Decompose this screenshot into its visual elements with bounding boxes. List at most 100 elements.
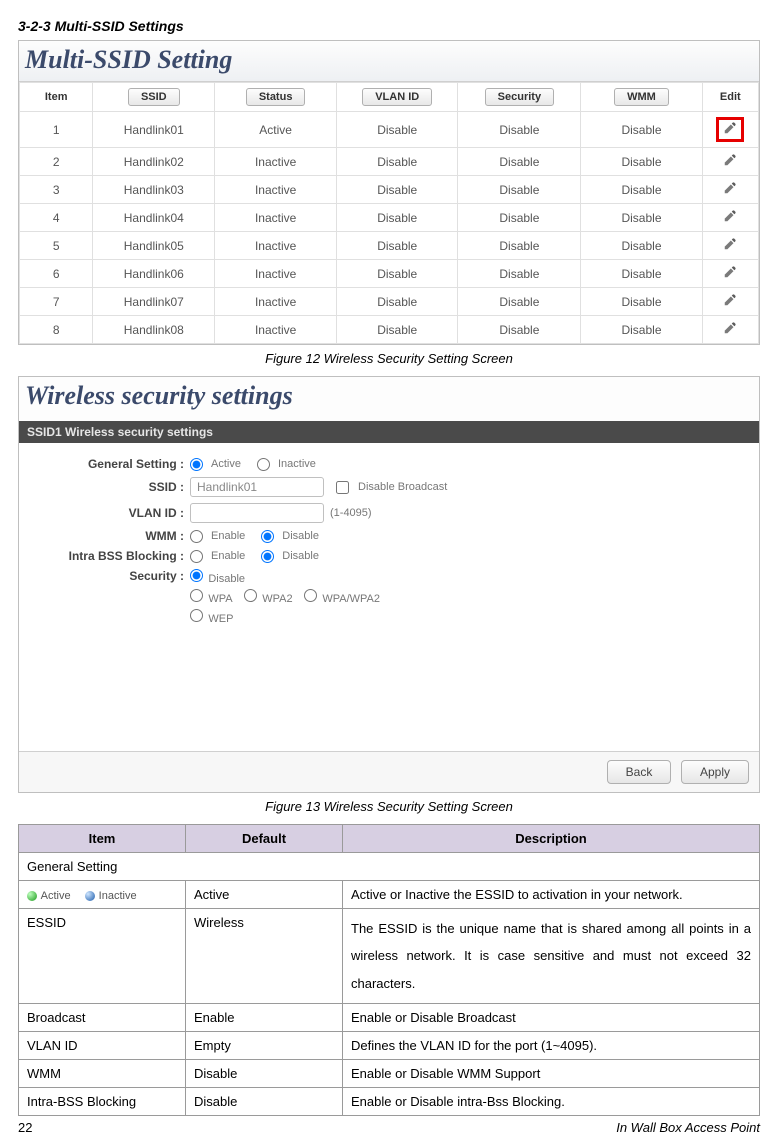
cell-wmm: Disable — [581, 204, 702, 232]
edit-icon[interactable] — [723, 240, 737, 254]
cell-status: Inactive — [215, 148, 337, 176]
cell-security: Disable — [458, 176, 581, 204]
footer-label: In Wall Box Access Point — [616, 1120, 760, 1135]
cell-item: Broadcast — [19, 1003, 186, 1031]
cell-wmm: Disable — [581, 316, 702, 344]
edit-icon[interactable] — [723, 156, 737, 170]
cell-status: Inactive — [215, 288, 337, 316]
cell-status: Inactive — [215, 204, 337, 232]
th-ssid[interactable]: SSID — [128, 88, 180, 106]
cell-wmm: Disable — [581, 176, 702, 204]
cell-desc: Defines the VLAN ID for the port (1~4095… — [343, 1031, 760, 1059]
radio-intra-disable[interactable] — [261, 550, 274, 563]
table-row: 6Handlink06InactiveDisableDisableDisable — [20, 260, 759, 288]
radio-intra-enable[interactable] — [190, 550, 203, 563]
cell-desc: Enable or Disable Broadcast — [343, 1003, 760, 1031]
th-security[interactable]: Security — [485, 88, 554, 106]
cell-item: Intra-BSS Blocking — [19, 1087, 186, 1115]
radio-sec-wep-label: WEP — [208, 613, 233, 625]
active-dot-icon — [27, 891, 37, 901]
cell-item: 1 — [20, 112, 93, 148]
cell-status: Active — [215, 112, 337, 148]
edit-icon[interactable] — [723, 324, 737, 338]
cell-security: Disable — [458, 260, 581, 288]
cell-status: Inactive — [215, 316, 337, 344]
cell-default: Active — [186, 881, 343, 909]
back-button[interactable]: Back — [607, 760, 672, 784]
radio-wmm-disable[interactable] — [261, 530, 274, 543]
edit-icon[interactable] — [723, 184, 737, 198]
checkbox-disable-broadcast-label: Disable Broadcast — [358, 481, 447, 493]
radio-intra-enable-label: Enable — [211, 550, 245, 562]
radio-sec-wep[interactable] — [190, 609, 203, 622]
vlan-hint: (1-4095) — [330, 507, 372, 519]
radio-general-active[interactable] — [190, 458, 203, 471]
cell-item: 2 — [20, 148, 93, 176]
label-general: General Setting : — [29, 457, 190, 471]
cell-ssid: Handlink05 — [93, 232, 215, 260]
cell-status: Inactive — [215, 232, 337, 260]
cell-desc: Enable or Disable WMM Support — [343, 1059, 760, 1087]
radio-wmm-enable[interactable] — [190, 530, 203, 543]
table-row: 3Handlink03InactiveDisableDisableDisable — [20, 176, 759, 204]
radio-sec-wpa2[interactable] — [244, 589, 257, 602]
th-edit: Edit — [720, 91, 741, 103]
cell-vlan: Disable — [337, 148, 458, 176]
radio-general-inactive[interactable] — [257, 458, 270, 471]
cell-ssid: Handlink07 — [93, 288, 215, 316]
radio-sec-disable-label: Disable — [208, 573, 245, 585]
radio-sec-disable[interactable] — [190, 569, 203, 582]
radio-wmm-enable-label: Enable — [211, 530, 245, 542]
edit-icon[interactable] — [716, 117, 744, 142]
cell-status: Inactive — [215, 176, 337, 204]
th-vlan[interactable]: VLAN ID — [362, 88, 432, 106]
table-row: 7Handlink07InactiveDisableDisableDisable — [20, 288, 759, 316]
label-ssid: SSID : — [29, 480, 190, 494]
cell-ssid: Handlink02 — [93, 148, 215, 176]
cell-wmm: Disable — [581, 288, 702, 316]
cell-item: 4 — [20, 204, 93, 232]
table-row: 1Handlink01ActiveDisableDisableDisable — [20, 112, 759, 148]
figure12-caption: Figure 12 Wireless Security Setting Scre… — [18, 351, 760, 366]
label-wmm: WMM : — [29, 529, 190, 543]
radio-sec-wpa[interactable] — [190, 589, 203, 602]
radio-intra-disable-label: Disable — [282, 550, 319, 562]
radio-sec-wpawpa2[interactable] — [304, 589, 317, 602]
table-row: ESSIDWirelessThe ESSID is the unique nam… — [19, 909, 760, 1004]
input-vlan[interactable] — [190, 503, 324, 523]
input-ssid[interactable] — [190, 477, 324, 497]
cell-ssid: Handlink03 — [93, 176, 215, 204]
general-setting-row: General Setting — [19, 853, 760, 881]
section-heading: 3-2-3 Multi-SSID Settings — [18, 18, 760, 34]
cell-default: Empty — [186, 1031, 343, 1059]
edit-icon[interactable] — [723, 296, 737, 310]
cell-wmm: Disable — [581, 148, 702, 176]
cell-vlan: Disable — [337, 316, 458, 344]
inactive-dot-icon — [85, 891, 95, 901]
cell-vlan: Disable — [337, 232, 458, 260]
multi-ssid-panel: Multi-SSID Setting Item SSID Status VLAN… — [18, 40, 760, 345]
radio-sec-wpa-label: WPA — [208, 593, 232, 605]
table-row: BroadcastEnableEnable or Disable Broadca… — [19, 1003, 760, 1031]
cell-ssid: Handlink04 — [93, 204, 215, 232]
cell-item: 5 — [20, 232, 93, 260]
checkbox-disable-broadcast[interactable] — [336, 481, 349, 494]
table-row: Active InactiveActiveActive or Inactive … — [19, 881, 760, 909]
cell-item: Active Inactive — [19, 881, 186, 909]
cell-security: Disable — [458, 288, 581, 316]
cell-security: Disable — [458, 148, 581, 176]
edit-icon[interactable] — [723, 212, 737, 226]
edit-icon[interactable] — [723, 268, 737, 282]
cell-default: Disable — [186, 1087, 343, 1115]
desc-th-item: Item — [19, 825, 186, 853]
cell-vlan: Disable — [337, 112, 458, 148]
table-row: 8Handlink08InactiveDisableDisableDisable — [20, 316, 759, 344]
cell-ssid: Handlink01 — [93, 112, 215, 148]
cell-vlan: Disable — [337, 288, 458, 316]
th-wmm[interactable]: WMM — [614, 88, 669, 106]
cell-ssid: Handlink06 — [93, 260, 215, 288]
apply-button[interactable]: Apply — [681, 760, 749, 784]
th-item: Item — [45, 91, 68, 103]
cell-vlan: Disable — [337, 204, 458, 232]
th-status[interactable]: Status — [246, 88, 306, 106]
